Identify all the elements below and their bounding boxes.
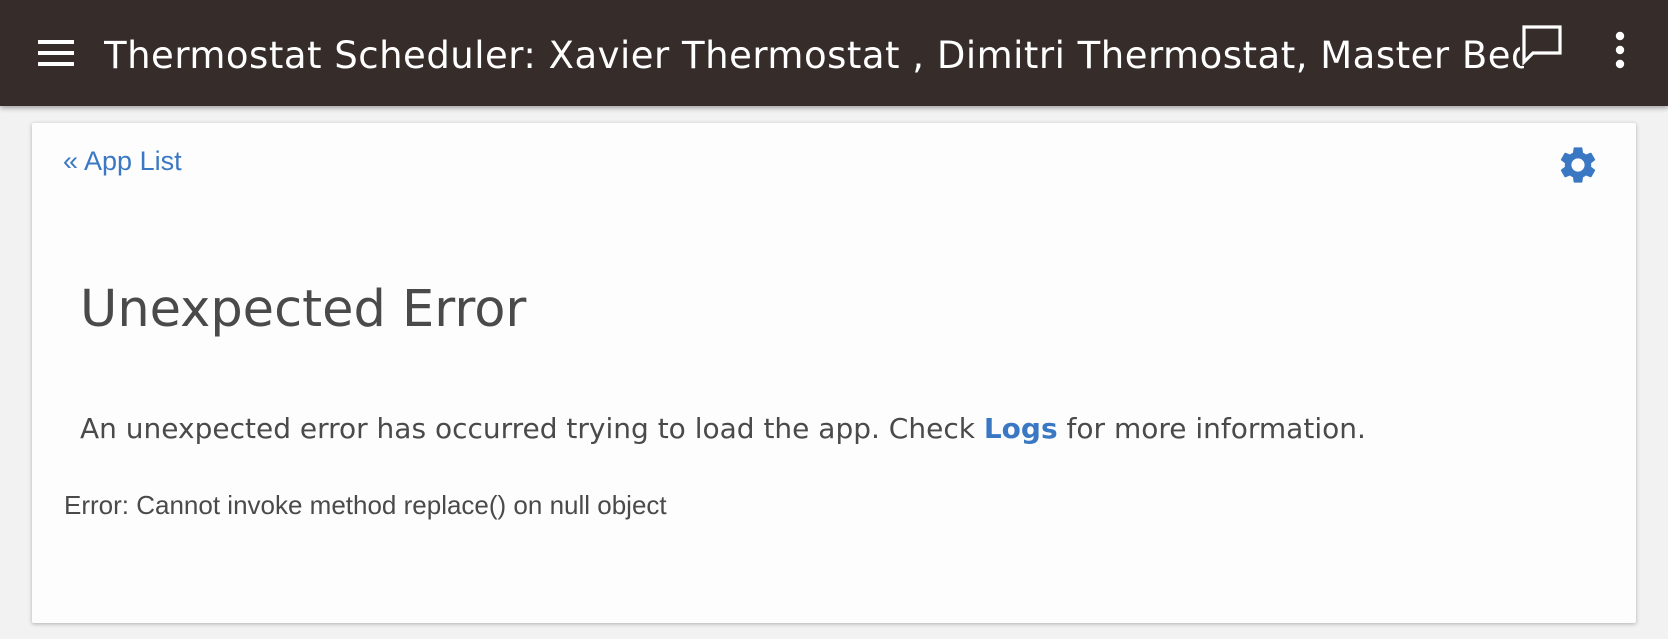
app-header: Thermostat Scheduler: Xavier Thermostat … [0, 0, 1668, 106]
feedback-button[interactable] [1520, 22, 1564, 66]
more-vertical-icon [1615, 31, 1625, 69]
error-title: Unexpected Error [80, 280, 527, 339]
app-card: « App List Unexpected Error An unexpecte… [32, 123, 1636, 623]
error-detail: Error: Cannot invoke method replace() on… [64, 490, 667, 520]
error-message-text-end: for more information. [1057, 412, 1366, 445]
back-to-app-list-link[interactable]: « App List [63, 143, 182, 179]
error-message-text: An unexpected error has occurred trying … [80, 412, 984, 445]
menu-button[interactable] [30, 30, 82, 76]
page-title: Thermostat Scheduler: Xavier Thermostat … [104, 34, 1524, 77]
app-settings-button[interactable] [1556, 143, 1600, 187]
gear-icon [1560, 147, 1596, 183]
more-options-button[interactable] [1600, 25, 1640, 75]
error-message: An unexpected error has occurred trying … [80, 409, 1366, 449]
chat-bubble-icon [1522, 25, 1562, 66]
logs-link[interactable]: Logs [984, 412, 1058, 445]
